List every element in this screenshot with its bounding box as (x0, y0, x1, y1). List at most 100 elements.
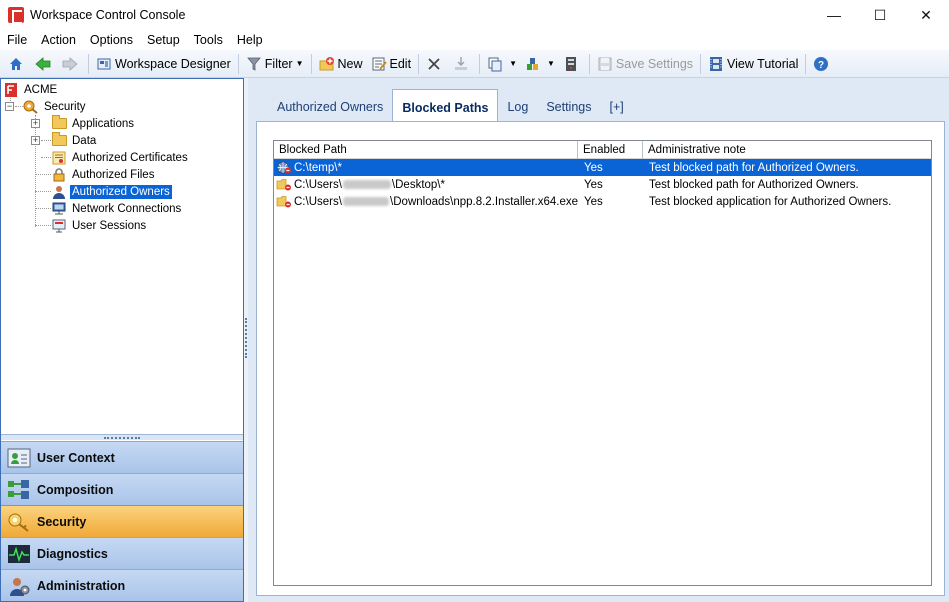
folder-icon (51, 115, 67, 131)
expand-icon[interactable]: + (31, 119, 40, 128)
menu-action[interactable]: Action (34, 33, 83, 47)
film-icon (708, 56, 724, 72)
tree-node-data[interactable]: + Data (1, 132, 243, 149)
list-item[interactable]: C:\temp\* Yes Test blocked path for Auth… (274, 159, 931, 176)
filter-label: Filter (264, 56, 293, 71)
menu-help[interactable]: Help (230, 33, 270, 47)
menu-options[interactable]: Options (83, 33, 140, 47)
diagnostics-icon (7, 543, 31, 565)
forward-arrow-icon (62, 56, 78, 72)
designer-icon (96, 56, 112, 72)
navigation-tree: ACME − Security + Applications + Data Au… (1, 79, 243, 434)
workspace-designer-button[interactable]: Workspace Designer (92, 53, 235, 75)
redacted-username (342, 197, 390, 206)
edit-icon (371, 56, 387, 72)
toolbar-separator (700, 53, 702, 74)
list-item[interactable]: C:\Users\ \Downloads\npp.8.2.Installer.x… (274, 193, 931, 210)
expand-icon[interactable]: + (31, 136, 40, 145)
nav-label: Administration (37, 578, 126, 593)
tab-add[interactable]: [+] (600, 92, 632, 122)
modules-button[interactable]: ▼ (521, 53, 559, 75)
svg-text:?: ? (818, 60, 824, 71)
list-header: Blocked Path Enabled Administrative note (274, 141, 931, 159)
minimize-button[interactable]: — (811, 0, 857, 30)
home-button[interactable] (4, 53, 31, 75)
delete-button[interactable] (422, 53, 449, 75)
nav-composition[interactable]: Composition (1, 473, 243, 505)
menu-setup[interactable]: Setup (140, 33, 187, 47)
grip-icon (245, 318, 247, 358)
list-item[interactable]: C:\Users\ \Desktop\* Yes Test blocked pa… (274, 176, 931, 193)
administration-icon (7, 575, 31, 597)
save-icon (597, 56, 613, 72)
tree-node-authorized-certificates[interactable]: Authorized Certificates (1, 149, 243, 166)
tree-label-selected: Authorized Owners (70, 184, 172, 199)
tree-node-applications[interactable]: + Applications (1, 115, 243, 132)
grip-icon (104, 436, 140, 439)
toolbar-separator (310, 53, 312, 74)
view-tutorial-button[interactable]: View Tutorial (704, 53, 802, 75)
tree-node-user-sessions[interactable]: User Sessions (1, 217, 243, 234)
network-icon (51, 202, 67, 216)
copy-button[interactable]: ▼ (483, 53, 521, 75)
help-button[interactable]: ? (809, 53, 836, 75)
tab-authorized-owners[interactable]: Authorized Owners (268, 92, 392, 122)
close-button[interactable]: ✕ (903, 0, 949, 30)
tab-log[interactable]: Log (498, 92, 537, 122)
server-button[interactable] (559, 53, 586, 75)
tree-connector (15, 106, 23, 107)
window-title: Workspace Control Console (30, 8, 186, 22)
menu-file[interactable]: File (0, 33, 34, 47)
main-panel: Authorized Owners Blocked Paths Log Sett… (248, 78, 949, 602)
tree-label: Data (72, 134, 97, 147)
folder-icon (51, 132, 67, 148)
security-keys-icon (7, 511, 31, 533)
tab-content: Blocked Path Enabled Administrative note… (256, 121, 945, 596)
enabled-cell: Yes (584, 161, 603, 174)
panel-splitter[interactable] (1, 434, 243, 440)
nav-diagnostics[interactable]: Diagnostics (1, 537, 243, 569)
tree-node-authorized-files[interactable]: Authorized Files (1, 166, 243, 183)
blocked-paths-list[interactable]: Blocked Path Enabled Administrative note… (273, 140, 932, 586)
toolbar-separator (479, 53, 481, 74)
collapse-icon[interactable]: − (5, 102, 14, 111)
column-header-blocked-path[interactable]: Blocked Path (274, 141, 578, 159)
server-icon (563, 56, 579, 72)
blocked-folder-icon (276, 178, 292, 191)
tree-node-authorized-owners[interactable]: Authorized Owners (1, 183, 243, 200)
tab-blocked-paths[interactable]: Blocked Paths (392, 89, 499, 123)
nav-security[interactable]: Security (1, 505, 243, 537)
nav-user-context[interactable]: User Context (1, 441, 243, 473)
import-button[interactable] (449, 53, 476, 75)
blocked-path-text: C:\Users\ (294, 178, 342, 191)
nav-label: Diagnostics (37, 546, 108, 561)
tree-label: Network Connections (72, 202, 182, 215)
tree-label: ACME (24, 83, 58, 96)
tree-node-acme[interactable]: ACME (1, 81, 243, 98)
new-button[interactable]: New (315, 53, 367, 75)
column-header-administrative-note[interactable]: Administrative note (643, 141, 931, 159)
user-icon (51, 185, 67, 199)
window-controls: — ☐ ✕ (811, 0, 949, 30)
user-context-icon (7, 447, 31, 469)
nav-administration[interactable]: Administration (1, 569, 243, 601)
back-button[interactable] (31, 53, 58, 75)
acme-logo-icon (3, 82, 19, 97)
column-header-enabled[interactable]: Enabled (578, 141, 643, 159)
forward-button[interactable] (58, 53, 85, 75)
filter-button[interactable]: Filter ▼ (242, 53, 308, 75)
menu-tools[interactable]: Tools (187, 33, 230, 47)
edit-button[interactable]: Edit (367, 53, 416, 75)
toolbar-separator (237, 53, 239, 74)
funnel-icon (246, 56, 262, 72)
tree-node-network-connections[interactable]: Network Connections (1, 200, 243, 217)
workspace-designer-label: Workspace Designer (115, 56, 231, 71)
save-settings-button[interactable]: Save Settings (593, 53, 697, 75)
tab-settings[interactable]: Settings (537, 92, 600, 122)
blocked-path-text: C:\Users\ (294, 195, 342, 208)
tree-node-security[interactable]: − Security (1, 98, 243, 115)
enabled-cell: Yes (584, 195, 603, 208)
maximize-button[interactable]: ☐ (857, 0, 903, 30)
edit-label: Edit (389, 56, 412, 71)
nav-label: Composition (37, 482, 114, 497)
